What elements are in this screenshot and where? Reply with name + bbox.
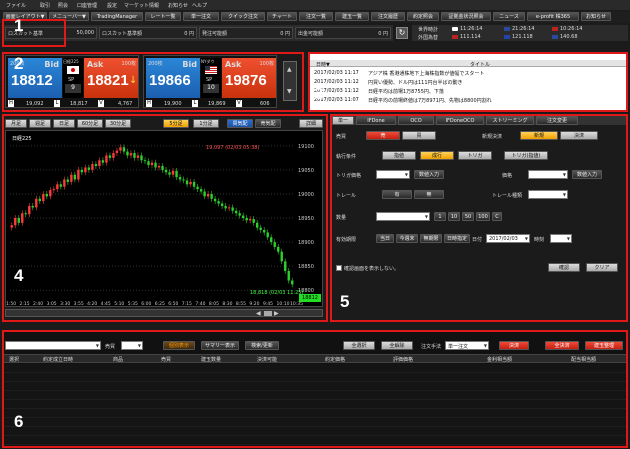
loss-cut-amount-label: ロスカット基準額 — [102, 31, 143, 37]
account-cell-withdrawable: 出金可能額 0 円 — [295, 27, 391, 39]
withdrawable-value: 0 円 — [378, 31, 388, 37]
menu-market[interactable]: マーケット情報 — [124, 2, 159, 9]
area-box-2 — [2, 52, 304, 112]
area-marker-1: 1 — [14, 16, 24, 35]
toolbar-margin[interactable]: 証拠金状況照会 — [441, 12, 491, 21]
toolbar-position-list[interactable]: 建玉一覧 — [335, 12, 369, 21]
account-cell-loss-cut-amount: ロスカット基準額 0 円 — [99, 27, 197, 39]
toolbar-order-history[interactable]: 注文履歴 — [371, 12, 405, 21]
toolbar-execution[interactable]: 約定照会 — [407, 12, 439, 21]
usd-flag-icon — [452, 35, 458, 39]
area-box-3 — [308, 52, 628, 112]
menu-notice[interactable]: お知らせ — [168, 2, 188, 9]
menu-inquiry[interactable]: 照会 — [58, 2, 68, 9]
account-cell-orderable: 発注可能額 0 円 — [199, 27, 293, 39]
loss-cut-amount-value: 0 円 — [184, 31, 194, 37]
toolbar-quick-order[interactable]: クイック注文 — [221, 12, 265, 21]
area-box-6 — [2, 330, 628, 448]
menu-help[interactable]: ヘルプ — [192, 2, 207, 9]
gbp-flag-icon — [552, 35, 558, 39]
menu-account[interactable]: 口座管理 — [77, 2, 97, 9]
menu-bar: ファイル 取引 照会 口座管理 設定 マーケット情報 お知らせ ヘルプ — [0, 0, 630, 10]
toolbar-eprofit[interactable]: e-profit 株365 — [527, 12, 579, 21]
area-box-4 — [2, 114, 328, 322]
toolbar-trading-manager[interactable]: TradingManager — [91, 12, 143, 21]
fx-usdjpy: 111.114 — [460, 34, 481, 40]
menu-settings[interactable]: 設定 — [107, 2, 117, 9]
fx-gbpjpy: 140.68 — [560, 34, 578, 40]
area-box-1 — [2, 19, 66, 47]
toolbar-order-list[interactable]: 注文一覧 — [299, 12, 333, 21]
area-marker-4: 4 — [14, 266, 24, 285]
area-marker-6: 6 — [14, 412, 24, 431]
toolbar-chart[interactable]: チャート — [267, 12, 297, 21]
toolbar-rate-list[interactable]: レート一覧 — [145, 12, 181, 21]
area-marker-5: 5 — [340, 292, 350, 311]
area-marker-3: 3 — [314, 84, 324, 103]
us-flag-icon — [552, 27, 558, 31]
toolbar: 画面レイアウト▼ メニューバー▼ TradingManager レート一覧 単一… — [0, 11, 630, 23]
clock-london: 21:26:14 — [512, 26, 535, 32]
jp-flag-icon — [452, 27, 458, 31]
refresh-icon[interactable]: ↻ — [396, 27, 408, 39]
menu-trade[interactable]: 取引 — [40, 2, 50, 9]
world-clock-label: 世界時計 — [418, 27, 439, 33]
clock-newyork: 10:26:14 — [560, 26, 583, 32]
clock-tokyo: 11:26:14 — [460, 26, 483, 32]
clock-panel: 世界時計 外国為替 11:26:14 21:26:14 10:26:14 111… — [412, 25, 628, 41]
area-marker-2: 2 — [14, 54, 24, 73]
orderable-value: 0 円 — [280, 31, 290, 37]
toolbar-info[interactable]: お知らせ — [581, 12, 611, 21]
toolbar-news[interactable]: ニュース — [493, 12, 525, 21]
area-box-5 — [330, 114, 628, 322]
eur-flag-icon — [504, 35, 510, 39]
toolbar-single-order[interactable]: 単一注文 — [183, 12, 219, 21]
uk-flag-icon — [504, 27, 510, 31]
orderable-label: 発注可能額 — [202, 31, 228, 37]
withdrawable-label: 出金可能額 — [298, 31, 324, 37]
fx-label: 外国為替 — [418, 35, 439, 41]
loss-cut-value: 50,000 — [76, 30, 95, 36]
menu-file[interactable]: ファイル — [6, 2, 26, 9]
fx-eurjpy: 121.118 — [512, 34, 533, 40]
